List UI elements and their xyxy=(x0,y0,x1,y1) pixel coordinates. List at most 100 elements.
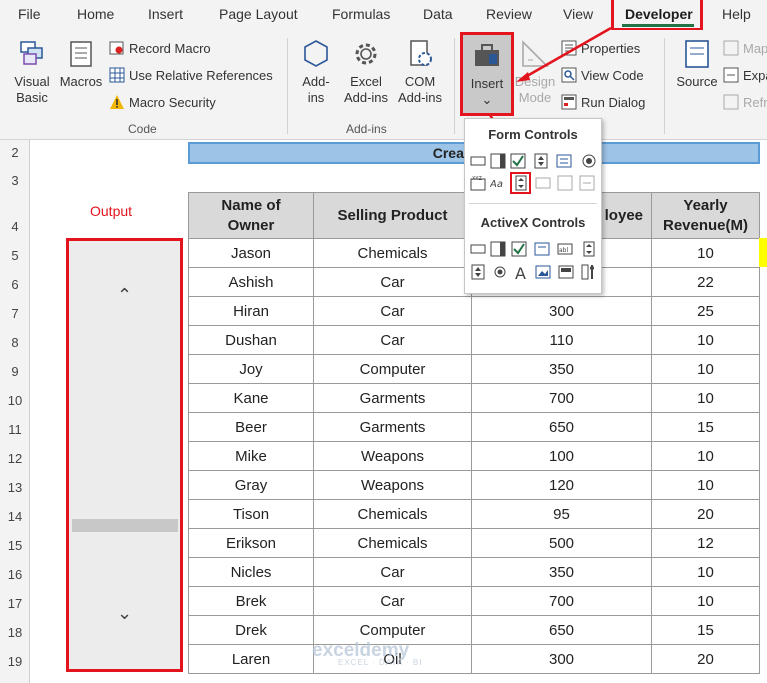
macro-security-button[interactable]: Macro Security xyxy=(109,94,216,110)
activex-image-icon[interactable] xyxy=(535,264,551,280)
table-cell[interactable]: Car xyxy=(313,557,472,587)
table-cell[interactable]: Laren xyxy=(188,644,314,674)
source-button[interactable]: Source xyxy=(672,38,722,90)
table-cell[interactable]: 20 xyxy=(651,644,760,674)
table-cell[interactable]: 10 xyxy=(651,325,760,355)
row-header[interactable]: 7 xyxy=(0,296,30,325)
map-properties-button[interactable]: Map xyxy=(723,40,767,56)
table-cell[interactable]: 300 xyxy=(471,296,652,326)
button-control-icon[interactable] xyxy=(470,153,486,169)
table-cell[interactable]: Mike xyxy=(188,441,314,471)
table-cell[interactable]: 10 xyxy=(651,557,760,587)
table-cell[interactable]: 22 xyxy=(651,267,760,297)
macros-button[interactable]: Macros xyxy=(56,38,106,90)
row-header[interactable]: 14 xyxy=(0,499,30,528)
row-header[interactable]: 16 xyxy=(0,557,30,586)
activex-scrollbar-icon[interactable] xyxy=(581,241,597,257)
table-cell[interactable]: 500 xyxy=(471,528,652,558)
row-header[interactable]: 18 xyxy=(0,615,30,644)
table-cell[interactable]: 350 xyxy=(471,354,652,384)
tab-help[interactable]: Help xyxy=(722,6,751,22)
table-cell[interactable]: Garments xyxy=(313,383,472,413)
tab-home[interactable]: Home xyxy=(77,6,114,22)
tab-insert[interactable]: Insert xyxy=(148,6,183,22)
group-box-icon[interactable]: XYZ xyxy=(470,175,486,191)
tab-page-layout[interactable]: Page Layout xyxy=(219,6,298,22)
row-header[interactable]: 8 xyxy=(0,325,30,354)
table-cell[interactable]: 350 xyxy=(471,557,652,587)
chevron-up-icon[interactable]: ⌃ xyxy=(69,285,180,306)
table-cell[interactable]: Ashish xyxy=(188,267,314,297)
table-cell[interactable]: Gray xyxy=(188,470,314,500)
row-header[interactable]: 5 xyxy=(0,238,30,267)
use-relative-references-button[interactable]: Use Relative References xyxy=(109,67,273,83)
activex-toggle-icon[interactable] xyxy=(558,264,574,280)
scrollbar-control[interactable]: ⌃ ⌄ xyxy=(66,238,183,672)
table-cell[interactable]: 120 xyxy=(471,470,652,500)
row-header[interactable]: 12 xyxy=(0,441,30,470)
table-cell[interactable]: 700 xyxy=(471,586,652,616)
scrollbar-thumb[interactable] xyxy=(72,519,178,532)
row-header[interactable]: 11 xyxy=(0,412,30,441)
table-cell[interactable]: 700 xyxy=(471,383,652,413)
column-header-revenue[interactable]: Yearly Revenue(M) xyxy=(651,192,760,239)
table-cell[interactable]: 20 xyxy=(651,499,760,529)
row-header[interactable]: 3 xyxy=(0,164,30,192)
table-cell[interactable]: Brek xyxy=(188,586,314,616)
more-controls-icon[interactable] xyxy=(581,264,597,280)
row-header[interactable]: 19 xyxy=(0,644,30,683)
tab-file[interactable]: File xyxy=(18,6,41,22)
row-header[interactable]: 13 xyxy=(0,470,30,499)
table-cell[interactable]: Car xyxy=(313,586,472,616)
table-cell[interactable]: Beer xyxy=(188,412,314,442)
table-cell[interactable]: Chemicals xyxy=(313,499,472,529)
chevron-down-icon[interactable]: ⌄ xyxy=(69,603,180,624)
activex-checkbox-icon[interactable] xyxy=(511,241,527,257)
table-cell[interactable]: Jason xyxy=(188,238,314,268)
table-cell[interactable]: 12 xyxy=(651,528,760,558)
table-cell[interactable]: 10 xyxy=(651,383,760,413)
table-cell[interactable]: Drek xyxy=(188,615,314,645)
option-button-icon[interactable] xyxy=(581,153,597,169)
table-cell[interactable]: 10 xyxy=(651,354,760,384)
table-cell[interactable]: 10 xyxy=(651,470,760,500)
column-header-product[interactable]: Selling Product xyxy=(313,192,472,239)
activex-button-icon[interactable] xyxy=(470,241,486,257)
table-cell[interactable]: 300 xyxy=(471,644,652,674)
table-cell[interactable]: 100 xyxy=(471,441,652,471)
table-cell[interactable]: 10 xyxy=(651,238,760,268)
table-cell[interactable]: Chemicals xyxy=(313,528,472,558)
activex-label-icon[interactable]: A xyxy=(513,264,529,280)
table-cell[interactable]: Computer xyxy=(313,354,472,384)
table-cell[interactable]: Weapons xyxy=(313,470,472,500)
table-cell[interactable]: Weapons xyxy=(313,441,472,471)
label-icon[interactable]: Aa xyxy=(490,175,506,191)
table-cell[interactable]: 25 xyxy=(651,296,760,326)
table-cell[interactable]: 15 xyxy=(651,412,760,442)
row-header[interactable]: 10 xyxy=(0,383,30,412)
combo-box-icon[interactable] xyxy=(490,153,506,169)
table-cell[interactable]: 650 xyxy=(471,615,652,645)
row-header[interactable]: 4 xyxy=(0,192,30,238)
table-cell[interactable]: Car xyxy=(313,267,472,297)
table-cell[interactable]: Dushan xyxy=(188,325,314,355)
refresh-data-button[interactable]: Refr xyxy=(723,94,767,110)
tab-data[interactable]: Data xyxy=(423,6,453,22)
com-add-ins-button[interactable]: COM Add-ins xyxy=(394,38,446,106)
activex-list-icon[interactable] xyxy=(534,241,550,257)
table-cell[interactable]: Hiran xyxy=(188,296,314,326)
list-box-icon[interactable] xyxy=(556,153,572,169)
table-cell[interactable]: Tison xyxy=(188,499,314,529)
tab-formulas[interactable]: Formulas xyxy=(332,6,390,22)
table-cell[interactable]: Car xyxy=(313,296,472,326)
checkbox-icon[interactable] xyxy=(510,153,526,169)
record-macro-button[interactable]: Record Macro xyxy=(109,40,211,56)
table-cell[interactable]: 10 xyxy=(651,441,760,471)
table-cell[interactable]: Nicles xyxy=(188,557,314,587)
expansion-packs-button[interactable]: Expa xyxy=(723,67,767,83)
activex-spin-icon[interactable] xyxy=(470,264,486,280)
table-cell[interactable]: Joy xyxy=(188,354,314,384)
row-header[interactable]: 2 xyxy=(0,140,30,164)
row-header[interactable]: 15 xyxy=(0,528,30,557)
table-cell[interactable]: Erikson xyxy=(188,528,314,558)
